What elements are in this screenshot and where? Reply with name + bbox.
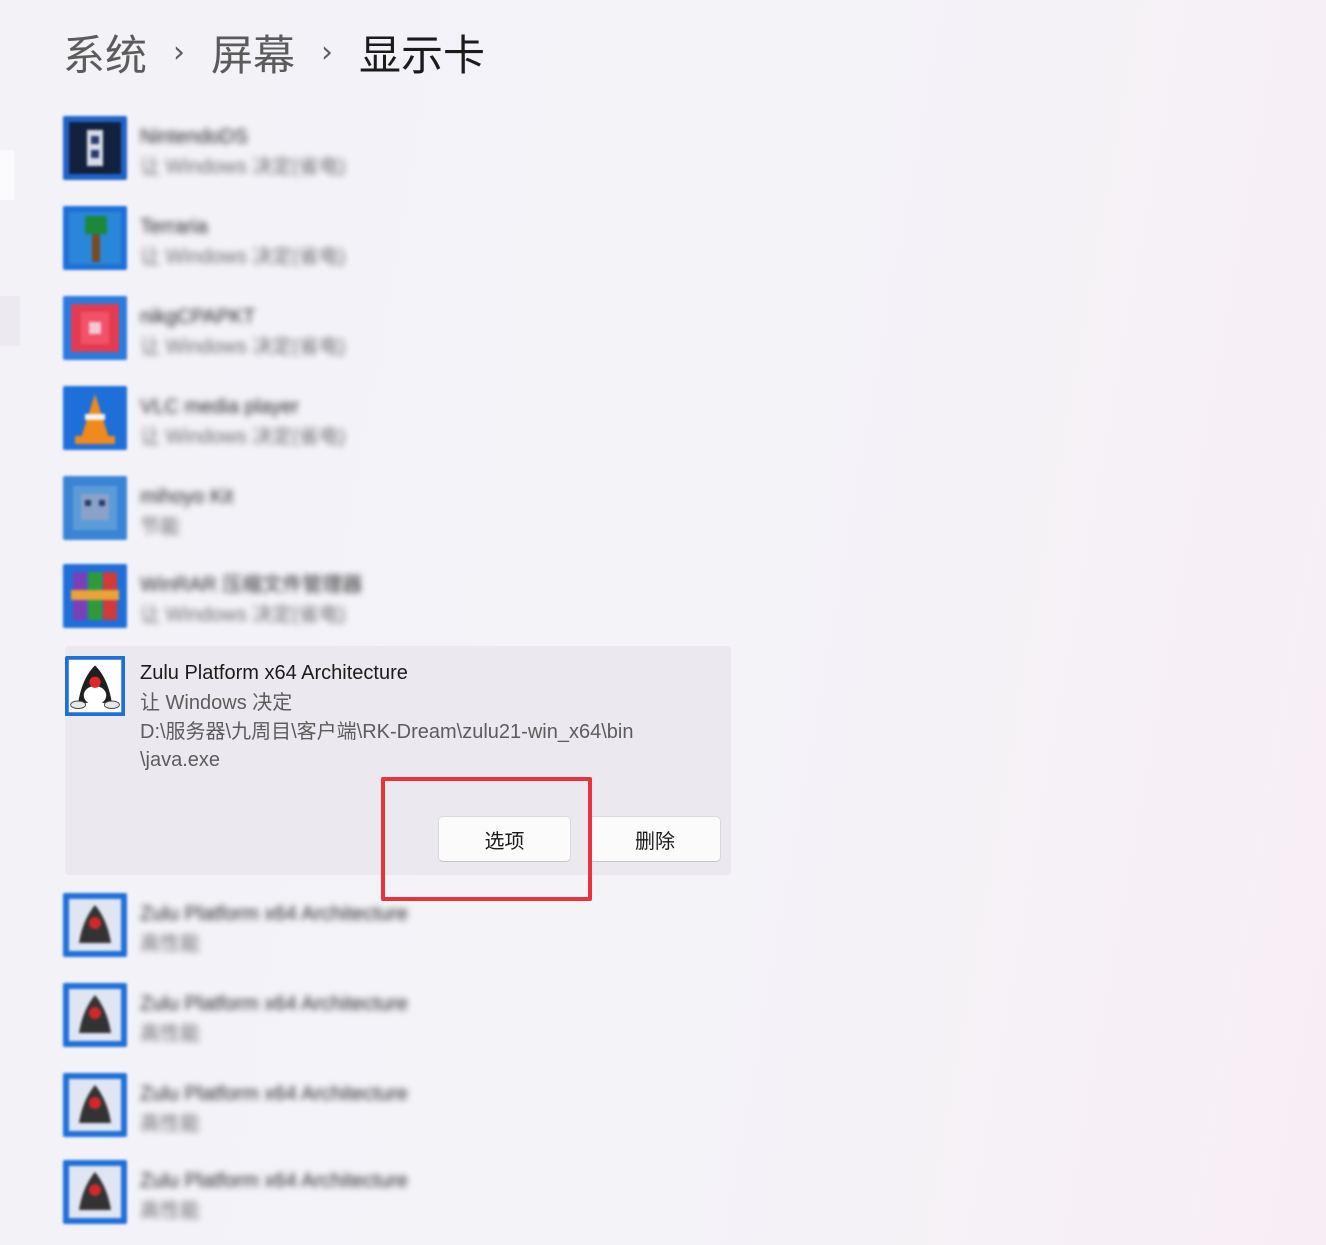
app-item[interactable]: Terraria 让 Windows 决定(省电) bbox=[63, 206, 393, 270]
java-duke-icon bbox=[63, 893, 127, 957]
breadcrumb: 系统 › 屏幕 › 显示卡 bbox=[63, 20, 485, 84]
terraria-tree-icon bbox=[63, 206, 127, 270]
winrar-books-icon bbox=[63, 564, 127, 628]
app-name: NintendoDS bbox=[140, 126, 248, 148]
java-duke-icon bbox=[63, 1073, 127, 1137]
app-item[interactable]: nikgCPAPKT 让 Windows 决定(省电) bbox=[63, 296, 393, 360]
app-name: VLC media player bbox=[140, 396, 299, 418]
java-duke-icon bbox=[63, 1160, 127, 1224]
app-gpu-preference: 高性能 bbox=[140, 933, 200, 955]
java-duke-icon bbox=[65, 656, 129, 720]
app-gpu-preference: 让 Windows 决定(省电) bbox=[140, 336, 346, 358]
nav-edge bbox=[0, 150, 14, 200]
delete-button[interactable]: 删除 bbox=[589, 816, 721, 862]
app-gpu-preference: 高性能 bbox=[140, 1023, 200, 1045]
app-gpu-preference: 高性能 bbox=[140, 1200, 200, 1222]
heart-game-icon bbox=[63, 296, 127, 360]
app-path: D:\服务器\九周目\客户端\RK-Dream\zulu21-win_x64\b… bbox=[140, 721, 634, 771]
app-name: Zulu Platform x64 Architecture bbox=[140, 1170, 408, 1192]
app-name: Zulu Platform x64 Architecture bbox=[140, 662, 408, 684]
app-gpu-preference: 让 Windows 决定(省电) bbox=[140, 156, 346, 178]
app-item[interactable]: Zulu Platform x64 Architecture 高性能 bbox=[63, 1160, 408, 1224]
breadcrumb-display[interactable]: 屏幕 bbox=[211, 22, 295, 83]
selected-app-card[interactable]: Zulu Platform x64 Architecture 让 Windows… bbox=[65, 646, 731, 875]
app-item[interactable]: VLC media player 让 Windows 决定(省电) bbox=[63, 386, 393, 450]
app-gpu-preference: 高性能 bbox=[140, 1113, 200, 1135]
app-gpu-preference: 让 Windows 决定(省电) bbox=[140, 246, 346, 268]
app-name: Zulu Platform x64 Architecture bbox=[140, 903, 408, 925]
chevron-right-icon: › bbox=[321, 34, 334, 70]
app-name: WinRAR 压缩文件管理器 bbox=[140, 574, 363, 596]
app-item[interactable]: NintendoDS 让 Windows 决定(省电) bbox=[63, 116, 393, 180]
app-name: Terraria bbox=[140, 216, 208, 238]
app-item[interactable]: Zulu Platform x64 Architecture 高性能 bbox=[63, 1073, 408, 1137]
nav-edge-selected bbox=[0, 296, 20, 346]
robot-app-icon bbox=[63, 476, 127, 540]
nintendo-ds-emulator-icon bbox=[63, 116, 127, 180]
app-gpu-preference: 让 Windows 决定(省电) bbox=[140, 426, 346, 448]
app-gpu-preference: 让 Windows 决定 bbox=[140, 692, 293, 714]
options-button[interactable]: 选项 bbox=[438, 816, 571, 862]
java-duke-icon bbox=[63, 983, 127, 1047]
app-name: mihoyo Kit bbox=[140, 486, 234, 508]
app-name: nikgCPAPKT bbox=[140, 306, 256, 328]
app-item[interactable]: mihoyo Kit 节能 bbox=[63, 476, 393, 540]
app-name: Zulu Platform x64 Architecture bbox=[140, 1083, 408, 1105]
app-gpu-preference: 让 Windows 决定(省电) bbox=[140, 604, 346, 626]
app-item[interactable]: Zulu Platform x64 Architecture 高性能 bbox=[63, 893, 408, 957]
chevron-right-icon: › bbox=[173, 34, 186, 70]
app-item[interactable]: WinRAR 压缩文件管理器 让 Windows 决定(省电) bbox=[63, 564, 393, 628]
breadcrumb-system[interactable]: 系统 bbox=[63, 22, 147, 83]
app-name: Zulu Platform x64 Architecture bbox=[140, 993, 408, 1015]
vlc-cone-icon bbox=[63, 386, 127, 450]
breadcrumb-graphics: 显示卡 bbox=[359, 30, 486, 80]
app-gpu-preference: 节能 bbox=[140, 516, 180, 538]
app-item[interactable]: Zulu Platform x64 Architecture 高性能 bbox=[63, 983, 408, 1047]
